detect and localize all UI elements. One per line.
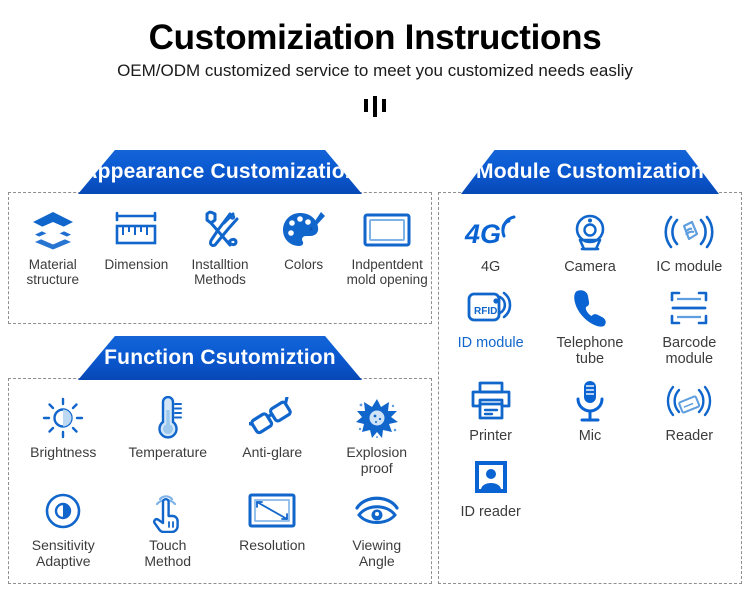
panel-function-customization: Function Csutomiztion Brightness Tempera…	[8, 336, 432, 584]
function-banner-title: Function Csutomiztion	[104, 346, 336, 369]
item-label: IC module	[656, 259, 723, 275]
appearance-banner-wrap: Appearance Customization	[8, 150, 432, 194]
touch-hand-icon	[147, 488, 189, 534]
module-banner: Module Customization	[461, 150, 719, 194]
item-sensitivity-adaptive[interactable]: Sensitivity Adaptive	[11, 476, 116, 569]
id-photo-icon	[471, 454, 511, 500]
panel-module-customization: Module Customization 4G 4G Camera IC mod…	[438, 150, 742, 584]
glasses-icon	[249, 395, 295, 441]
item-explosion-proof[interactable]: Explosion proof	[325, 383, 430, 476]
eye-icon	[353, 488, 401, 534]
item-label: Resolution	[239, 537, 306, 554]
item-label: Material structure	[26, 257, 80, 288]
camera-icon	[569, 209, 611, 255]
item-mic[interactable]: Mic	[540, 368, 639, 444]
4g-signal-icon: 4G	[464, 209, 518, 255]
decorative-divider	[0, 91, 750, 118]
sun-brightness-icon	[41, 395, 85, 441]
thermometer-icon	[150, 395, 186, 441]
item-label: ID reader	[460, 503, 521, 520]
item-independent-mold-opening[interactable]: Indpentdent mold opening	[345, 197, 429, 287]
screen-diagonal-icon	[247, 488, 297, 534]
module-dashed-box: 4G 4G Camera IC module RFID ID module Te…	[438, 192, 742, 584]
tools-icon	[198, 207, 242, 253]
printer-icon	[468, 378, 514, 424]
item-label: Anti-glare	[242, 444, 303, 460]
module-banner-title: Module Customization	[476, 160, 704, 183]
item-camera[interactable]: Camera	[540, 199, 639, 275]
divider-bar-center	[373, 96, 377, 118]
page-header: Customiziation Instructions OEM/ODM cust…	[0, 0, 750, 118]
item-barcode-module[interactable]: Barcode module	[640, 275, 739, 367]
palette-icon	[281, 207, 327, 253]
item-label: Telephone tube	[556, 335, 624, 368]
svg-text:RFID: RFID	[474, 306, 497, 317]
item-ic-module[interactable]: IC module	[640, 199, 739, 275]
item-label: Viewing Angle	[352, 537, 402, 570]
item-id-module[interactable]: RFID ID module	[441, 275, 540, 367]
rfid-card-icon: RFID	[465, 285, 517, 331]
item-label: Brightness	[30, 444, 97, 460]
function-icon-grid: Brightness Temperature Anti-glare Explos…	[11, 383, 429, 570]
panel-appearance-customization: Appearance Customization Material struct…	[8, 150, 432, 324]
item-label: 4G	[480, 259, 501, 275]
page-title: Customiziation Instructions	[148, 18, 602, 57]
item-label: Barcode module	[662, 335, 717, 368]
customization-instructions-page: Customiziation Instructions OEM/ODM cust…	[0, 0, 750, 596]
divider-bar-right	[382, 99, 386, 113]
layers-icon	[31, 207, 75, 253]
item-touch-method[interactable]: Touch Method	[116, 476, 221, 569]
item-label: Touch Method	[144, 537, 192, 570]
function-banner: Function Csutomiztion	[78, 336, 362, 380]
item-label: ID module	[457, 335, 524, 352]
barcode-scan-icon	[668, 285, 710, 331]
item-anti-glare[interactable]: Anti-glare	[220, 383, 325, 476]
item-temperature[interactable]: Temperature	[116, 383, 221, 476]
item-label: Explosion proof	[346, 444, 408, 476]
appearance-dashed-box: Material structure Dimension Installtion…	[8, 192, 432, 324]
item-brightness[interactable]: Brightness	[11, 383, 116, 476]
item-label: Mic	[578, 427, 602, 444]
item-resolution[interactable]: Resolution	[220, 476, 325, 569]
card-reader-wave-icon	[663, 378, 715, 424]
telephone-handset-icon	[569, 285, 611, 331]
ruler-icon	[112, 207, 160, 253]
item-viewing-angle[interactable]: Viewing Angle	[325, 476, 430, 569]
divider-bar-left	[364, 99, 368, 113]
appearance-banner: Appearance Customization	[78, 150, 362, 194]
item-telephone-tube[interactable]: Telephone tube	[540, 275, 639, 367]
item-label: Reader	[665, 427, 714, 444]
item-installation-methods[interactable]: Installtion Methods	[178, 197, 262, 287]
screen-frame-icon	[362, 207, 412, 253]
sensor-circle-icon	[42, 488, 84, 534]
ic-nfc-icon	[661, 209, 717, 255]
item-material-structure[interactable]: Material structure	[11, 197, 95, 287]
item-label: Temperature	[128, 444, 208, 460]
appearance-banner-title: Appearance Customization	[82, 160, 358, 183]
module-banner-wrap: Module Customization	[438, 150, 742, 194]
microphone-icon	[573, 378, 607, 424]
item-label: Indpentdent mold opening	[346, 257, 428, 288]
item-id-reader[interactable]: ID reader	[441, 444, 540, 520]
explosion-burst-icon	[354, 395, 400, 441]
svg-text:4G: 4G	[464, 219, 501, 249]
item-label: Sensitivity Adaptive	[31, 537, 95, 570]
item-label: Installtion Methods	[191, 257, 249, 288]
item-dimension[interactable]: Dimension	[95, 197, 179, 287]
module-icon-grid: 4G 4G Camera IC module RFID ID module Te…	[441, 199, 739, 520]
item-label: Printer	[469, 427, 513, 444]
appearance-icon-grid: Material structure Dimension Installtion…	[11, 197, 429, 287]
item-reader[interactable]: Reader	[640, 368, 739, 444]
item-colors[interactable]: Colors	[262, 197, 346, 287]
function-dashed-box: Brightness Temperature Anti-glare Explos…	[8, 378, 432, 584]
item-label: Camera	[564, 259, 616, 275]
item-label: Colors	[284, 257, 324, 272]
item-label: Dimension	[104, 257, 169, 272]
page-subtitle: OEM/ODM customized service to meet you c…	[117, 61, 633, 81]
function-banner-wrap: Function Csutomiztion	[8, 336, 432, 380]
item-4g[interactable]: 4G 4G	[441, 199, 540, 275]
item-printer[interactable]: Printer	[441, 368, 540, 444]
